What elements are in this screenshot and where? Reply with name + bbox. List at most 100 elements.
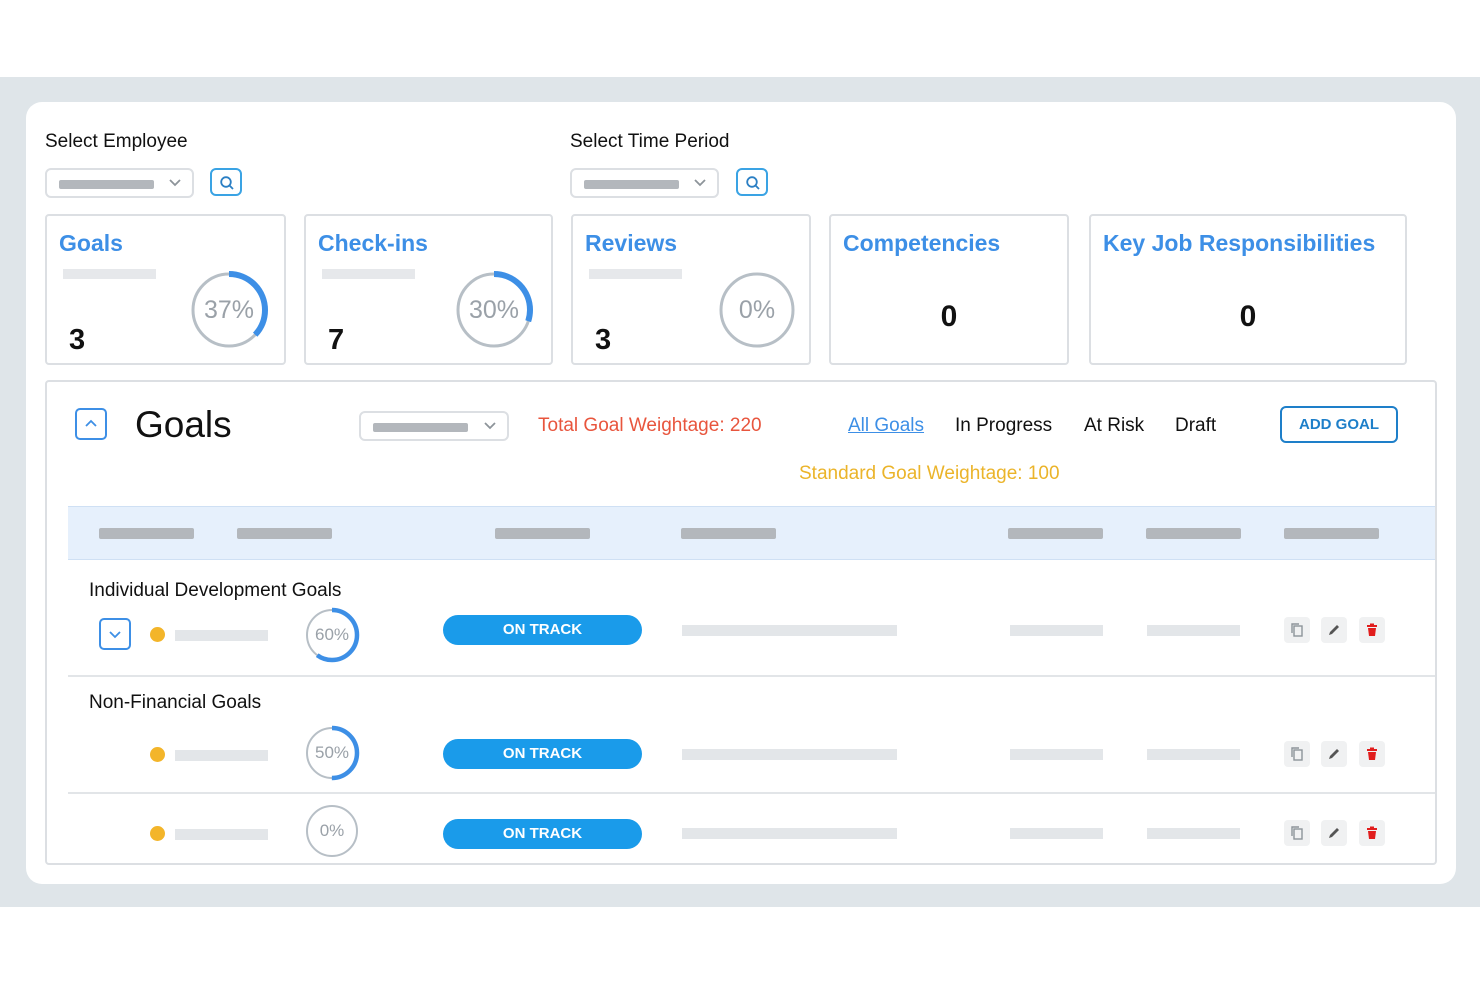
goal-type-dropdown[interactable]	[359, 411, 509, 441]
goal-name-placeholder	[175, 630, 268, 641]
column-header	[1146, 528, 1241, 539]
stat-subtitle-placeholder	[63, 269, 156, 279]
goal-progress-ring: 0%	[304, 803, 360, 859]
goal-progress-label: 60%	[314, 625, 350, 644]
standard-goal-weightage: Standard Goal Weightage: 100	[799, 463, 1060, 484]
progress-ring: 0%	[715, 268, 799, 352]
progress-ring-label: 0%	[738, 296, 776, 324]
column-header	[237, 528, 332, 539]
goals-panel-title: Goals	[135, 404, 232, 445]
goal-progress-label: 0%	[319, 821, 345, 840]
goal-cell-placeholder	[1147, 828, 1240, 839]
stat-card-key-job-responsibilities[interactable]: Key Job Responsibilities 0	[1089, 214, 1407, 365]
stat-card-competencies[interactable]: Competencies 0	[829, 214, 1069, 365]
collapse-goals-button[interactable]	[75, 408, 107, 440]
employee-dropdown-value	[59, 180, 154, 189]
expand-row-button[interactable]	[99, 618, 131, 650]
edit-goal-button[interactable]	[1321, 741, 1347, 767]
stat-subtitle-placeholder	[589, 269, 682, 279]
stat-title: Check-ins	[318, 230, 428, 256]
delete-icon	[1367, 747, 1377, 760]
progress-ring-label: 30%	[468, 296, 520, 324]
status-dot	[150, 627, 165, 642]
employee-dropdown[interactable]	[45, 168, 194, 198]
edit-icon	[1329, 828, 1339, 838]
goal-cell-placeholder	[1147, 625, 1240, 636]
progress-ring: 37%	[187, 268, 271, 352]
goal-description-placeholder	[682, 749, 897, 760]
status-dot	[150, 826, 165, 841]
column-header	[681, 528, 776, 539]
goal-progress-ring: 50%	[304, 725, 360, 781]
stat-card-reviews[interactable]: Reviews 3 0%	[571, 214, 811, 365]
progress-ring: 30%	[452, 268, 536, 352]
stat-count: 3	[595, 324, 612, 356]
copy-icon	[1291, 623, 1303, 637]
goal-name-placeholder	[175, 829, 268, 840]
tab-in-progress[interactable]: In Progress	[955, 415, 1052, 437]
chevron-down-icon	[109, 631, 121, 639]
goal-progress-label: 50%	[314, 743, 350, 762]
tab-all-goals[interactable]: All Goals	[848, 415, 924, 437]
delete-goal-button[interactable]	[1359, 741, 1385, 767]
row-divider	[68, 792, 1435, 794]
goals-panel: Goals Total Goal Weightage: 220 Standard…	[45, 380, 1437, 865]
stat-title: Competencies	[843, 230, 1001, 256]
stat-title: Goals	[59, 230, 123, 256]
column-header	[495, 528, 590, 539]
edit-goal-button[interactable]	[1321, 820, 1347, 846]
goal-name-placeholder	[175, 750, 268, 761]
copy-goal-button[interactable]	[1284, 617, 1310, 643]
stat-count: 7	[328, 324, 345, 356]
time-period-dropdown[interactable]	[570, 168, 719, 198]
time-period-search-button[interactable]	[736, 168, 768, 196]
column-header	[1284, 528, 1379, 539]
stat-count: 0	[1239, 300, 1257, 333]
goal-progress-ring: 60%	[304, 607, 360, 663]
edit-goal-button[interactable]	[1321, 617, 1347, 643]
time-period-label: Select Time Period	[570, 131, 730, 152]
total-goal-weightage: Total Goal Weightage: 220	[538, 415, 762, 436]
goal-cell-placeholder	[1010, 625, 1103, 636]
search-icon	[220, 176, 234, 190]
goal-description-placeholder	[682, 625, 897, 636]
copy-icon	[1291, 747, 1303, 761]
tab-at-risk[interactable]: At Risk	[1084, 415, 1144, 437]
delete-icon	[1367, 826, 1377, 839]
goal-cell-placeholder	[1010, 749, 1103, 760]
edit-icon	[1329, 749, 1339, 759]
chevron-up-icon	[85, 419, 97, 427]
employee-search-button[interactable]	[210, 168, 242, 196]
stat-card-check-ins[interactable]: Check-ins 7 30%	[304, 214, 553, 365]
status-badge: ON TRACK	[443, 739, 642, 769]
copy-goal-button[interactable]	[1284, 820, 1310, 846]
goal-cell-placeholder	[1010, 828, 1103, 839]
stat-card-goals[interactable]: Goals 3 37%	[45, 214, 286, 365]
stat-subtitle-placeholder	[322, 269, 415, 279]
chevron-down-icon	[694, 179, 706, 187]
goals-table-header	[68, 506, 1435, 560]
add-goal-button[interactable]: ADD GOAL	[1280, 406, 1398, 443]
row-divider	[68, 675, 1435, 677]
employee-label: Select Employee	[45, 131, 188, 152]
stat-title: Reviews	[585, 230, 678, 256]
delete-goal-button[interactable]	[1359, 820, 1385, 846]
column-header	[99, 528, 194, 539]
time-period-dropdown-value	[584, 180, 679, 189]
copy-goal-button[interactable]	[1284, 741, 1310, 767]
delete-icon	[1367, 623, 1377, 636]
stat-count: 3	[69, 324, 86, 356]
delete-goal-button[interactable]	[1359, 617, 1385, 643]
status-badge: ON TRACK	[443, 819, 642, 849]
chevron-down-icon	[169, 179, 181, 187]
goal-group-label: Individual Development Goals	[89, 580, 342, 601]
goal-type-dropdown-value	[373, 423, 468, 432]
search-icon	[746, 176, 760, 190]
tab-draft[interactable]: Draft	[1175, 415, 1216, 437]
column-header	[1008, 528, 1103, 539]
stat-title: Key Job Responsibilities	[1103, 230, 1376, 256]
edit-icon	[1329, 625, 1339, 635]
goal-cell-placeholder	[1147, 749, 1240, 760]
progress-ring-label: 37%	[203, 296, 255, 324]
chevron-down-icon	[484, 422, 496, 430]
